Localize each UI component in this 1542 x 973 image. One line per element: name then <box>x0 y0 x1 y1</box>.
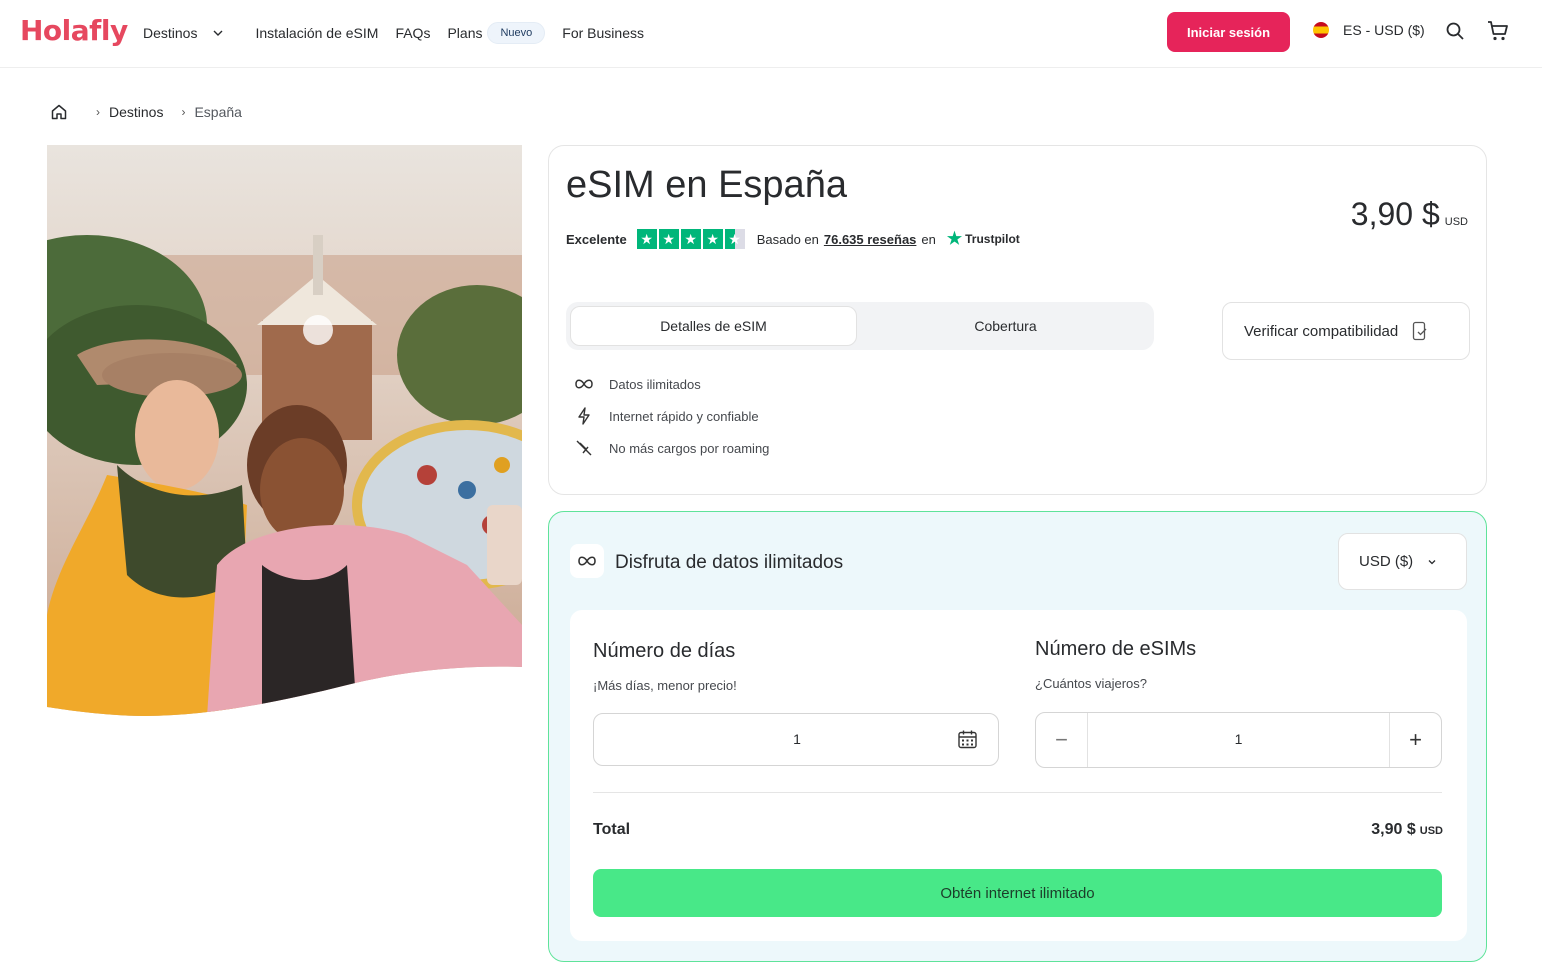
tab-coverage[interactable]: Cobertura <box>861 306 1150 346</box>
login-button[interactable]: Iniciar sesión <box>1167 12 1290 52</box>
nav-destinos[interactable]: Destinos <box>143 22 223 44</box>
nav-plans-label: Plans <box>447 25 483 41</box>
breadcrumb-current: España <box>194 104 242 120</box>
star-icon: ★ <box>636 229 657 249</box>
total-price: 3,90 $ USD <box>1371 821 1443 839</box>
plan-card: Disfruta de datos ilimitados USD ($) Núm… <box>548 511 1487 962</box>
hero-photo <box>47 145 522 717</box>
infinity-icon <box>570 544 604 578</box>
product-price: 3,90 $ USD <box>1351 196 1468 233</box>
in-text: en <box>921 231 936 247</box>
product-info-card: eSIM en España 3,90 $ USD Excelente ★ ★ … <box>548 145 1487 495</box>
search-icon[interactable] <box>1445 21 1465 41</box>
rating-stars: ★ ★ ★ ★ ★ <box>636 229 747 249</box>
esims-value[interactable]: 1 <box>1088 731 1389 747</box>
nav-install[interactable]: Instalación de eSIM <box>255 22 378 44</box>
esims-subtitle: ¿Cuántos viajeros? <box>1035 676 1147 691</box>
trustpilot-logo[interactable]: ★ Trustpilot <box>947 229 1020 249</box>
nav-business-label: For Business <box>562 25 644 41</box>
product-title: eSIM en España <box>566 164 847 206</box>
based-on-text: Basado en <box>756 231 819 247</box>
feature-label: Internet rápido y confiable <box>609 408 759 424</box>
hero-illustration <box>47 145 522 716</box>
feature-item: Datos ilimitados <box>574 368 769 400</box>
breadcrumb: › Destinos › España <box>50 103 242 121</box>
breadcrumb-destinos[interactable]: Destinos <box>109 104 163 120</box>
chevron-right-icon: › <box>181 105 186 119</box>
star-icon: ★ <box>658 229 679 249</box>
nav-destinos-label: Destinos <box>143 25 198 41</box>
trustpilot-label: Trustpilot <box>965 232 1020 246</box>
main-nav: Destinos Instalación de eSIM FAQs Plans … <box>143 22 644 44</box>
total-label: Total <box>593 821 631 838</box>
price-value: 3,90 $ <box>1350 196 1440 232</box>
nav-faqs-label: FAQs <box>395 25 431 41</box>
reviews-link[interactable]: 76.635 reseñas <box>824 232 917 247</box>
nav-plans[interactable]: Plans Nuevo <box>447 22 546 44</box>
verify-compatibility-button[interactable]: Verificar compatibilidad <box>1222 302 1470 360</box>
esims-title: Número de eSIMs <box>1035 638 1197 660</box>
product-tabs: Detalles de eSIM Cobertura <box>566 302 1154 350</box>
days-title: Número de días <box>593 640 736 662</box>
lightning-icon <box>574 407 594 425</box>
esims-stepper: − 1 + <box>1035 712 1442 768</box>
home-icon[interactable] <box>50 103 68 121</box>
days-subtitle: ¡Más días, menor precio! <box>593 678 737 693</box>
language-label: ES - USD ($) <box>1343 22 1425 38</box>
feature-list: Datos ilimitados Internet rápido y confi… <box>574 368 769 464</box>
decrement-button[interactable]: − <box>1036 713 1088 767</box>
trustpilot-rating: Excelente ★ ★ ★ ★ ★ Basado en 76.635 res… <box>566 229 1020 249</box>
plan-configurator: Número de días ¡Más días, menor precio! … <box>570 610 1467 941</box>
feature-label: No más cargos por roaming <box>609 440 770 456</box>
nav-business[interactable]: For Business <box>562 22 644 44</box>
divider <box>593 792 1442 793</box>
nav-install-label: Instalación de eSIM <box>255 25 379 41</box>
calendar-icon[interactable] <box>957 729 978 750</box>
infinity-icon <box>574 378 594 390</box>
phone-check-icon <box>1413 321 1427 341</box>
feature-label: Datos ilimitados <box>609 376 701 392</box>
chevron-down-icon <box>1428 559 1436 564</box>
rating-label: Excelente <box>566 231 627 247</box>
feature-item: Internet rápido y confiable <box>574 400 769 432</box>
language-currency-selector[interactable]: ES - USD ($) <box>1313 22 1425 38</box>
no-roaming-icon <box>574 439 594 457</box>
star-icon: ★ <box>680 229 701 249</box>
chevron-down-icon <box>213 30 223 36</box>
holafly-logo[interactable]: Holafly <box>20 14 128 47</box>
total-value: 3,90 $ <box>1371 821 1416 838</box>
star-icon: ★ <box>702 229 723 249</box>
get-unlimited-internet-button[interactable]: Obtén internet ilimitado <box>593 869 1442 917</box>
days-input[interactable]: 1 <box>593 713 999 766</box>
currency-select[interactable]: USD ($) <box>1338 533 1467 590</box>
verify-label: Verificar compatibilidad <box>1244 322 1399 340</box>
feature-item: No más cargos por roaming <box>574 432 769 464</box>
half-star-icon: ★ <box>724 229 745 249</box>
price-currency: USD <box>1444 216 1468 228</box>
new-badge: Nuevo <box>487 22 546 44</box>
increment-button[interactable]: + <box>1389 713 1441 767</box>
total-currency: USD <box>1419 825 1443 837</box>
cart-icon[interactable] <box>1486 19 1510 43</box>
currency-select-value: USD ($) <box>1359 553 1414 570</box>
spain-flag-icon <box>1313 22 1329 38</box>
plan-title: Disfruta de datos ilimitados <box>615 552 844 573</box>
chevron-right-icon: › <box>96 105 100 119</box>
nav-faqs[interactable]: FAQs <box>395 22 430 44</box>
trustpilot-star-icon: ★ <box>946 229 963 248</box>
top-navigation-bar: Holafly Destinos Instalación de eSIM FAQ… <box>0 0 1542 68</box>
tab-esim-details[interactable]: Detalles de eSIM <box>570 306 857 346</box>
days-value: 1 <box>793 731 801 747</box>
